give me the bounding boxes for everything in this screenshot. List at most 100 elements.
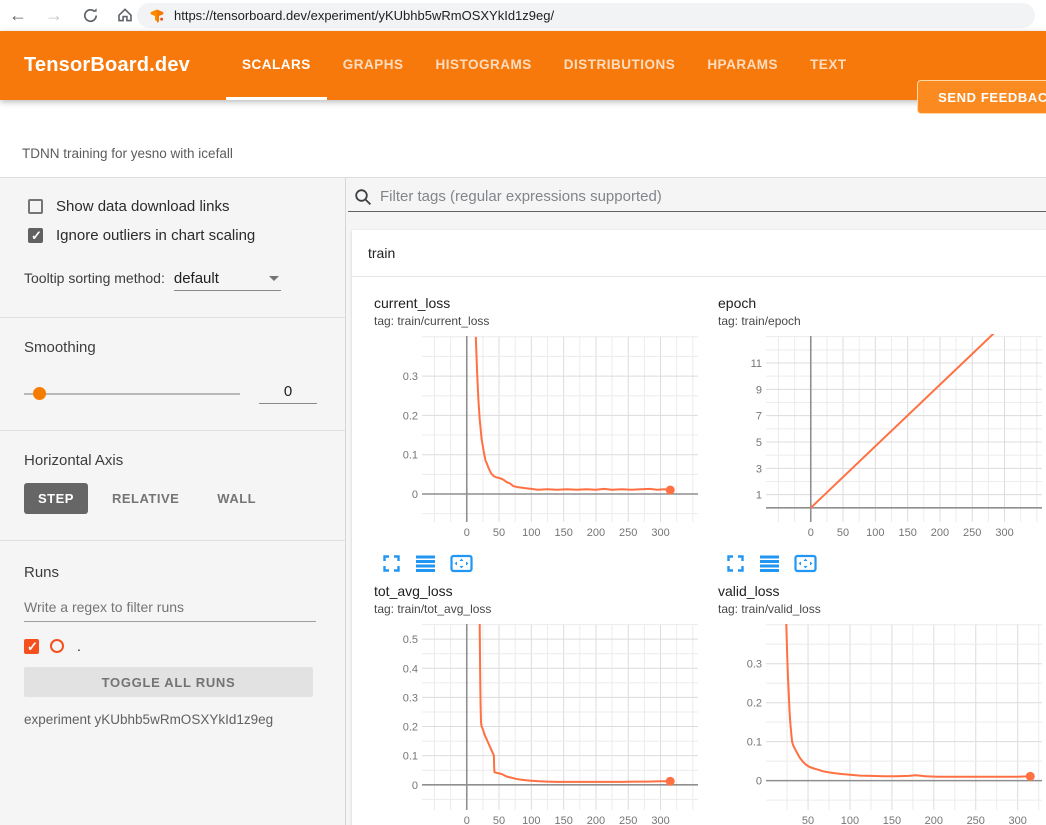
dashboard-main: train current_loss tag: train/current_lo…	[346, 178, 1046, 825]
expand-chart-icon[interactable]	[382, 554, 401, 573]
run-row[interactable]: .	[24, 638, 317, 654]
runs-filter-input[interactable]	[24, 595, 316, 622]
tab-scalars[interactable]: SCALARS	[226, 31, 327, 100]
send-feedback-button[interactable]: SEND FEEDBACK	[917, 80, 1046, 114]
tooltip-sorting-value: default	[174, 270, 219, 287]
svg-text:0: 0	[808, 527, 814, 539]
svg-text:0: 0	[464, 527, 470, 539]
scalar-chart[interactable]: 5010015020025030000.10.20.3	[710, 620, 1046, 825]
filter-tags-input[interactable]	[376, 182, 1046, 212]
chart-title: epoch	[718, 295, 1046, 311]
svg-text:1: 1	[756, 490, 762, 502]
chart-tag: tag: train/tot_avg_loss	[374, 602, 702, 616]
expand-chart-icon[interactable]	[726, 554, 745, 573]
back-icon[interactable]: ←	[4, 1, 32, 29]
ignore-outliers-row[interactable]: Ignore outliers in chart scaling	[28, 227, 345, 244]
svg-text:0: 0	[756, 776, 762, 788]
forward-icon[interactable]: →	[40, 1, 68, 29]
runs-label: Runs	[24, 564, 317, 581]
chevron-down-icon	[269, 276, 279, 281]
experiment-id-label: experiment yKUbhb5wRmOSXYkId1z9eg	[24, 712, 317, 727]
svg-text:250: 250	[963, 527, 981, 539]
app-logo[interactable]: TensorBoard.dev	[24, 54, 190, 77]
reorder-lines-icon[interactable]	[760, 554, 779, 573]
toggle-all-runs-button[interactable]: TOGGLE ALL RUNS	[24, 667, 313, 697]
svg-text:200: 200	[925, 815, 943, 825]
experiment-bar: TDNN training for yesno with icefall	[0, 100, 1046, 178]
svg-text:9: 9	[756, 384, 762, 396]
svg-text:0.1: 0.1	[403, 751, 418, 763]
smoothing-label: Smoothing	[24, 339, 317, 356]
tab-hparams[interactable]: HPARAMS	[691, 31, 794, 100]
svg-text:11: 11	[751, 358, 762, 370]
tab-histograms[interactable]: HISTOGRAMS	[420, 31, 548, 100]
tooltip-sorting-label: Tooltip sorting method:	[24, 270, 165, 286]
scalar-chart[interactable]: 05010015020025030000.10.20.3	[366, 332, 702, 546]
run-name: .	[77, 638, 81, 654]
svg-text:0.2: 0.2	[403, 410, 418, 422]
chart-tag: tag: train/epoch	[718, 314, 1046, 328]
svg-text:100: 100	[866, 527, 884, 539]
run-checkbox-icon[interactable]	[24, 639, 39, 654]
axis-wall-button[interactable]: WALL	[203, 483, 270, 514]
svg-text:0.2: 0.2	[403, 722, 418, 734]
chart-title: tot_avg_loss	[374, 583, 702, 599]
svg-text:50: 50	[493, 527, 505, 539]
svg-text:50: 50	[493, 815, 505, 825]
axis-relative-button[interactable]: RELATIVE	[98, 483, 193, 514]
svg-text:200: 200	[931, 527, 949, 539]
tag-group-header[interactable]: train	[352, 230, 1046, 277]
svg-text:50: 50	[837, 527, 849, 539]
svg-text:0.2: 0.2	[747, 698, 762, 710]
svg-text:0.3: 0.3	[403, 692, 418, 704]
svg-text:200: 200	[587, 527, 605, 539]
svg-text:0: 0	[464, 815, 470, 825]
axis-step-button[interactable]: STEP	[24, 483, 88, 514]
svg-text:0: 0	[412, 780, 418, 792]
url-text[interactable]: https://tensorboard.dev/experiment/yKUbh…	[174, 8, 554, 23]
tab-distributions[interactable]: DISTRIBUTIONS	[548, 31, 692, 100]
chart-card-current-loss: current_loss tag: train/current_loss 050…	[366, 295, 702, 573]
nav-tabs: SCALARS GRAPHS HISTOGRAMS DISTRIBUTIONS …	[226, 31, 863, 100]
svg-text:100: 100	[522, 527, 540, 539]
run-color-circle-icon[interactable]	[50, 639, 64, 653]
horizontal-axis-label: Horizontal Axis	[24, 452, 317, 469]
reload-icon[interactable]	[76, 1, 104, 29]
smoothing-slider[interactable]	[24, 387, 240, 400]
search-icon	[354, 188, 372, 206]
scalar-chart[interactable]: 05010015020025030000.10.20.30.40.5	[366, 620, 702, 825]
svg-text:5: 5	[756, 437, 762, 449]
filter-underline	[348, 211, 376, 212]
chart-card-epoch: epoch tag: train/epoch 05010015020025030…	[710, 295, 1046, 573]
fit-domain-icon[interactable]	[450, 554, 473, 573]
slider-knob[interactable]	[33, 387, 46, 400]
reorder-lines-icon[interactable]	[416, 554, 435, 573]
fit-domain-icon[interactable]	[794, 554, 817, 573]
svg-text:300: 300	[995, 527, 1013, 539]
show-download-links-row[interactable]: Show data download links	[28, 198, 345, 215]
svg-text:0.1: 0.1	[747, 737, 762, 749]
svg-text:0: 0	[412, 489, 418, 501]
svg-text:0.3: 0.3	[747, 659, 762, 671]
experiment-title: TDNN training for yesno with icefall	[22, 146, 233, 161]
svg-text:300: 300	[1009, 815, 1027, 825]
home-icon[interactable]	[111, 1, 139, 29]
svg-text:250: 250	[967, 815, 985, 825]
smoothing-value[interactable]: 0	[259, 383, 317, 404]
settings-sidebar: Show data download links Ignore outliers…	[0, 178, 346, 825]
checkbox-unchecked-icon[interactable]	[28, 199, 43, 214]
show-download-links-label: Show data download links	[56, 198, 229, 215]
charts-grid: current_loss tag: train/current_loss 050…	[352, 277, 1046, 825]
svg-text:250: 250	[619, 527, 637, 539]
svg-text:300: 300	[651, 527, 669, 539]
url-bar[interactable]: https://tensorboard.dev/experiment/yKUbh…	[137, 3, 1035, 28]
svg-text:100: 100	[841, 815, 859, 825]
svg-text:0.4: 0.4	[403, 663, 418, 675]
tab-text[interactable]: TEXT	[794, 31, 863, 100]
checkbox-checked-icon[interactable]	[28, 228, 43, 243]
scalar-chart[interactable]: 0501001502002503001357911	[710, 332, 1046, 546]
chart-card-tot-avg-loss: tot_avg_loss tag: train/tot_avg_loss 0 50…	[366, 583, 702, 825]
svg-text:3: 3	[756, 463, 762, 475]
tab-graphs[interactable]: GRAPHS	[327, 31, 420, 100]
tooltip-sorting-select[interactable]: default	[174, 270, 281, 291]
